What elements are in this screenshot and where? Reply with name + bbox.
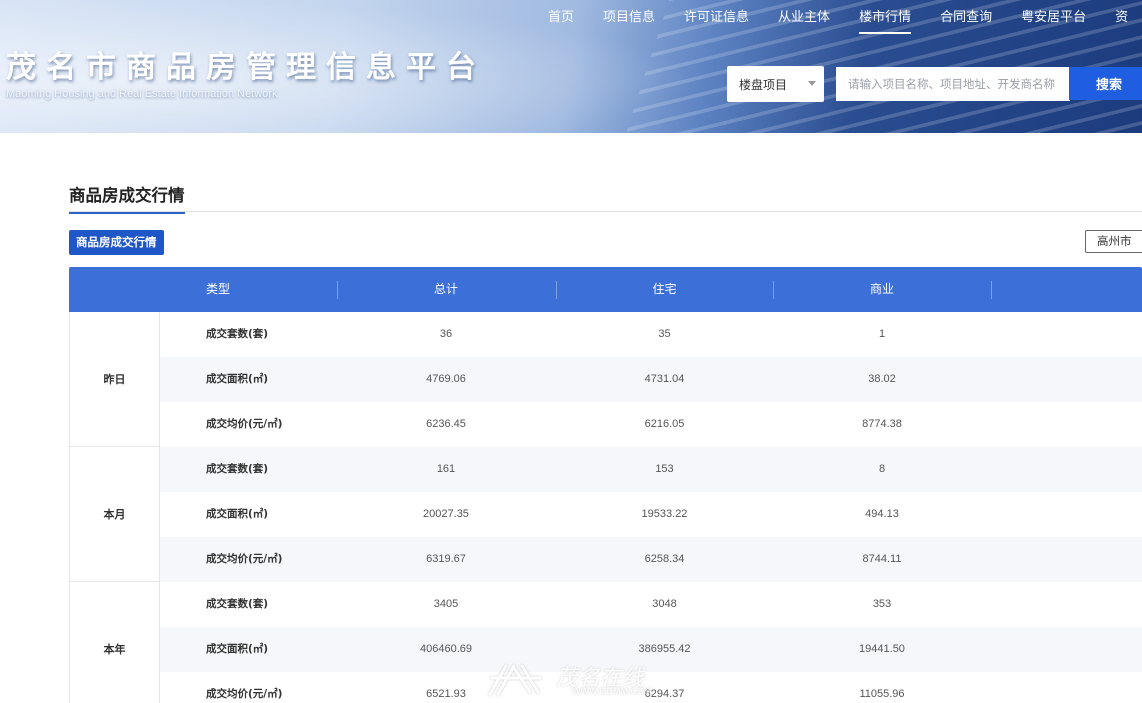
- table-row: 成交套数(套) 161 153 8: [160, 447, 1142, 492]
- row-metric: 成交均价(元/㎡): [206, 688, 283, 700]
- row-metric: 成交均价(元/㎡): [206, 553, 283, 565]
- cell-residential: 4731.04: [644, 373, 685, 385]
- row-metric: 成交套数(套): [206, 328, 269, 340]
- city-select[interactable]: 高州市: [1085, 230, 1142, 253]
- nav-home[interactable]: 首页: [548, 6, 574, 34]
- cell-total: 6236.45: [426, 418, 466, 430]
- cell-commercial: 19441.50: [859, 643, 905, 655]
- header-residential: 住宅: [652, 282, 677, 296]
- cell-residential: 6216.05: [644, 418, 685, 430]
- cell-total: 4769.06: [426, 373, 466, 385]
- cell-commercial: 1: [878, 328, 886, 340]
- group-this-year: 本年: [69, 582, 160, 703]
- nav-market[interactable]: 楼市行情: [859, 6, 912, 34]
- cell-commercial: 8744.11: [862, 553, 902, 565]
- cell-commercial: 11055.96: [859, 688, 905, 700]
- header-type: 类型: [206, 282, 231, 296]
- nav-yueanju[interactable]: 粤安居平台: [1021, 6, 1086, 34]
- nav-entities[interactable]: 从业主体: [778, 6, 830, 34]
- table-row: 成交套数(套) 3405 3048 353: [160, 582, 1142, 627]
- header-banner: 茂名市商品房管理信息平台 Maoming Housing and Real Es…: [0, 0, 1142, 133]
- watermark-logo-icon: [488, 664, 542, 696]
- table-row: 成交套数(套) 36 35 1: [160, 312, 1142, 357]
- cell-residential: 19533.22: [641, 508, 688, 520]
- header-commercial: 商业: [869, 282, 894, 296]
- nav-more[interactable]: 资: [1115, 6, 1128, 34]
- section-title: 商品房成交行情: [69, 182, 185, 214]
- nav-contract-query[interactable]: 合同查询: [940, 6, 992, 34]
- cell-commercial: 8: [878, 463, 886, 475]
- cell-residential: 3048: [652, 598, 677, 610]
- cell-total: 20027.35: [423, 508, 469, 520]
- search-button[interactable]: 搜索: [1069, 67, 1142, 100]
- cell-total: 161: [436, 463, 456, 475]
- row-metric: 成交均价(元/㎡): [206, 418, 283, 430]
- section-divider: [69, 211, 1142, 212]
- main-nav: 首页 项目信息 许可证信息 从业主体 楼市行情 合同查询 粤安居平台 资: [548, 6, 1142, 34]
- nav-license-info[interactable]: 许可证信息: [684, 6, 749, 34]
- table-row: 成交均价(元/㎡) 6236.45 6216.05 8774.38: [160, 402, 1142, 447]
- site-subtitle: Maoming Housing and Real Estate Informat…: [6, 88, 278, 100]
- group-yesterday: 昨日: [69, 312, 160, 447]
- cell-residential: 35: [658, 328, 671, 340]
- search-category-value: 楼盘项目: [739, 77, 788, 92]
- cell-residential: 153: [655, 463, 674, 475]
- cell-total: 3405: [433, 598, 459, 610]
- cell-commercial: 8774.38: [862, 418, 902, 430]
- row-metric: 成交套数(套): [206, 598, 269, 610]
- cell-commercial: 38.02: [868, 373, 896, 385]
- table-header: 类型 总计 住宅 商业: [69, 267, 1142, 312]
- tab-transactions[interactable]: 商品房成交行情: [69, 230, 164, 255]
- cell-commercial: 353: [872, 598, 892, 610]
- cell-commercial: 494.13: [865, 508, 899, 520]
- site-title: 茂名市商品房管理信息平台: [6, 50, 486, 85]
- table-row: 成交均价(元/㎡) 6319.67 6258.34 8744.11: [160, 537, 1142, 582]
- watermark: 茂名在线 WWW.GDMM.COM: [484, 658, 674, 700]
- table-row: 成交面积(㎡) 4769.06 4731.04 38.02: [160, 357, 1142, 402]
- search-input[interactable]: [836, 67, 1070, 101]
- row-metric: 成交面积(㎡): [206, 508, 269, 520]
- row-metric: 成交面积(㎡): [206, 643, 269, 655]
- chevron-down-icon: [808, 81, 816, 86]
- watermark-url: WWW.GDMM.COM: [572, 686, 652, 696]
- header-total: 总计: [433, 282, 458, 296]
- row-metric: 成交套数(套): [206, 463, 269, 475]
- search-category-select[interactable]: 楼盘项目: [727, 66, 824, 102]
- cell-residential: 6258.34: [644, 553, 685, 565]
- transactions-table: 类型 总计 住宅 商业 昨日 成交套数(套) 36 35 1 成交面积(㎡) 4…: [69, 267, 1142, 703]
- header-divider: [991, 281, 992, 299]
- row-metric: 成交面积(㎡): [206, 373, 269, 385]
- table-row: 成交面积(㎡) 20027.35 19533.22 494.13: [160, 492, 1142, 537]
- cell-total: 6319.67: [426, 553, 466, 565]
- nav-project-info[interactable]: 项目信息: [603, 6, 655, 34]
- group-this-month: 本月: [69, 447, 160, 582]
- cell-total: 36: [439, 328, 453, 340]
